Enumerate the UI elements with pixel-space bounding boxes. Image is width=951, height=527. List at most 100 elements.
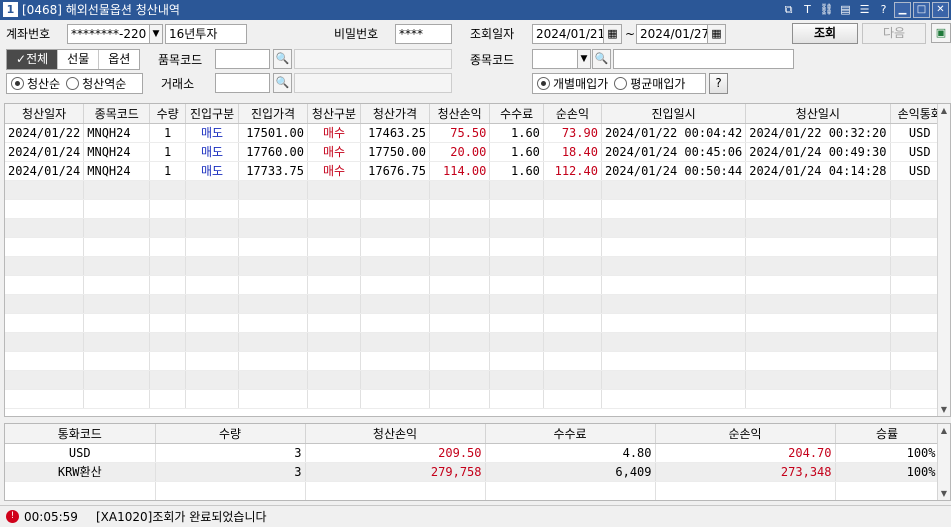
col-fee[interactable]: 수수료 — [489, 104, 544, 124]
empty-cell — [360, 313, 430, 333]
empty-cell — [83, 294, 151, 314]
sort-option-reverse-label: 청산역순 — [82, 77, 127, 91]
item-search-icon[interactable]: 🔍 — [273, 49, 292, 69]
item-code-field[interactable] — [215, 49, 270, 69]
sort-radio-group: 청산순 청산역순 — [6, 73, 143, 94]
scroll-up-icon[interactable]: ▲ — [938, 424, 950, 437]
col-entry-time[interactable]: 진입일시 — [601, 104, 747, 124]
minimize-icon[interactable]: ▁ — [894, 2, 911, 18]
table-row-empty — [5, 199, 950, 219]
detail-scrollbar[interactable]: ▲ ▼ — [937, 104, 950, 416]
cell-exit-side: 매수 — [307, 161, 361, 181]
radio-selected-icon — [11, 77, 24, 90]
col-clear-date[interactable]: 청산일자 — [5, 104, 85, 124]
date-to-field[interactable]: 2024/01/27 — [636, 24, 708, 44]
exchange-label: 거래소 — [161, 77, 195, 91]
empty-cell — [601, 313, 747, 333]
summary-row[interactable]: USD 3 209.50 4.80 204.70 100% — [5, 443, 940, 463]
buy-price-radio-group: 개별매입가 평균매입가 — [532, 73, 706, 94]
col-exit-side[interactable]: 청산구분 — [307, 104, 361, 124]
empty-cell — [238, 313, 308, 333]
search-button[interactable]: 조회 — [792, 23, 858, 44]
empty-cell — [360, 218, 430, 238]
exchange-search-icon[interactable]: 🔍 — [273, 73, 292, 93]
col-net-pl[interactable]: 순손익 — [655, 424, 836, 444]
symbol-code-label: 종목코드 — [470, 53, 515, 67]
buy-option-individual[interactable]: 개별매입가 — [537, 75, 608, 92]
empty-cell — [307, 256, 361, 276]
summary-scrollbar[interactable]: ▲ ▼ — [937, 424, 950, 500]
empty-cell — [601, 389, 747, 409]
empty-cell — [185, 332, 240, 352]
exchange-name-field — [294, 73, 452, 93]
empty-cell — [543, 256, 602, 276]
list-icon[interactable]: ☰ — [856, 2, 873, 18]
table-row[interactable]: 2024/01/24 MNQH24 1 매도 17760.00 매수 17750… — [5, 142, 950, 162]
radio-icon — [66, 77, 80, 90]
col-exit-time[interactable]: 청산일시 — [745, 104, 891, 124]
empty-cell — [489, 218, 544, 238]
check-icon: ✓ — [16, 52, 27, 66]
sort-option-reverse[interactable]: 청산역순 — [66, 75, 126, 92]
empty-cell — [360, 180, 430, 200]
tab-futures[interactable]: 선물 — [58, 50, 100, 69]
scroll-up-icon[interactable]: ▲ — [938, 104, 950, 117]
table-row-empty — [5, 180, 950, 200]
cell-net-pl: 73.90 — [543, 123, 602, 143]
text-icon[interactable]: T — [799, 2, 816, 18]
calendar-from-icon[interactable]: ▦ — [603, 24, 622, 44]
help-button[interactable]: ? — [709, 73, 728, 94]
help-icon[interactable]: ? — [875, 2, 892, 18]
excel-export-icon[interactable]: ▣ — [931, 23, 951, 43]
symbol-dropdown-icon[interactable]: ▼ — [577, 49, 591, 69]
col-net-pl[interactable]: 순손익 — [543, 104, 602, 124]
popout-icon[interactable]: ⧉ — [780, 2, 797, 18]
col-qty[interactable]: 수량 — [155, 424, 306, 444]
symbol-code-field[interactable] — [532, 49, 578, 69]
symbol-search-icon[interactable]: 🔍 — [592, 49, 611, 69]
sort-option-clear[interactable]: 청산순 — [11, 75, 60, 92]
tab-all[interactable]: ✓전체 — [7, 50, 59, 69]
empty-cell — [83, 370, 151, 390]
empty-cell — [601, 237, 747, 257]
empty-cell — [5, 332, 85, 352]
col-entry-price[interactable]: 진입가격 — [238, 104, 308, 124]
scroll-down-icon[interactable]: ▼ — [938, 403, 950, 416]
summary-row[interactable]: KRW환산 3 279,758 6,409 273,348 100% — [5, 462, 940, 482]
table-row-empty — [5, 294, 950, 314]
maximize-icon[interactable]: □ — [913, 2, 930, 18]
next-button[interactable]: 다음 — [862, 23, 926, 44]
col-gross-pl[interactable]: 청산손익 — [429, 104, 491, 124]
print-icon[interactable]: ▤ — [837, 2, 854, 18]
date-from-field[interactable]: 2024/01/21 — [532, 24, 604, 44]
password-field[interactable]: **** — [395, 24, 452, 44]
col-gross-pl[interactable]: 청산손익 — [305, 424, 486, 444]
table-row[interactable]: 2024/01/22 MNQH24 1 매도 17501.00 매수 17463… — [5, 123, 950, 143]
empty-cell — [238, 180, 308, 200]
col-entry-side[interactable]: 진입구분 — [185, 104, 240, 124]
close-icon[interactable]: ✕ — [932, 2, 949, 18]
tab-options[interactable]: 옵션 — [99, 50, 139, 69]
calendar-to-icon[interactable]: ▦ — [707, 24, 726, 44]
table-row[interactable]: 2024/01/24 MNQH24 1 매도 17733.75 매수 17676… — [5, 161, 950, 181]
buy-option-average[interactable]: 평균매입가 — [614, 75, 685, 92]
exchange-field[interactable] — [215, 73, 270, 93]
link-icon[interactable]: ⛓ — [818, 2, 835, 18]
app-icon: 1 — [3, 2, 18, 17]
col-win-rate[interactable]: 승률 — [835, 424, 940, 444]
col-qty[interactable]: 수량 — [149, 104, 187, 124]
col-fee[interactable]: 수수료 — [485, 424, 656, 444]
account-number-field[interactable]: ********-220 — [67, 24, 150, 44]
col-currency-code[interactable]: 통화코드 — [5, 424, 156, 444]
col-exit-price[interactable]: 청산가격 — [360, 104, 430, 124]
table-row-empty — [5, 332, 950, 352]
scroll-down-icon[interactable]: ▼ — [938, 487, 950, 500]
col-symbol[interactable]: 종목코드 — [83, 104, 151, 124]
empty-cell — [185, 351, 240, 371]
table-row-empty — [5, 351, 950, 371]
account-dropdown-icon[interactable]: ▼ — [149, 24, 163, 44]
cell-net-pl: 18.40 — [543, 142, 602, 162]
summary-row-empty — [5, 481, 940, 500]
empty-cell — [601, 294, 747, 314]
empty-cell — [360, 294, 430, 314]
